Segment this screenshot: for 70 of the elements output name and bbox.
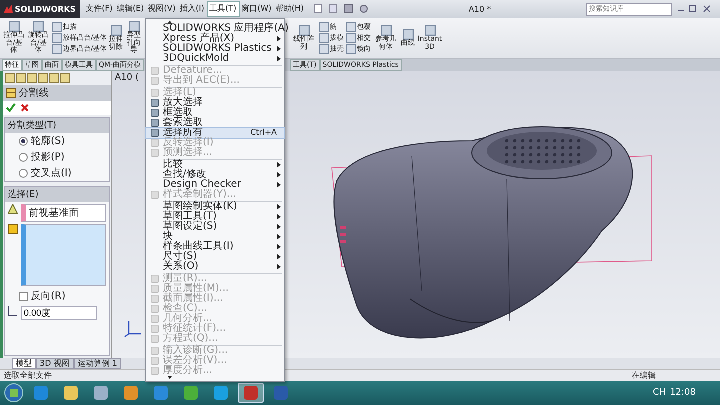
radio-button[interactable] <box>19 168 28 178</box>
feature-icon <box>380 24 392 36</box>
option-label: 投影(P) <box>31 150 65 164</box>
app-logo: SOLIDWORKS <box>0 0 80 18</box>
menu-item[interactable]: 视图(V) <box>146 1 178 17</box>
feature-icon <box>52 22 62 32</box>
document-title: A10 * <box>468 4 492 14</box>
status-text: 在编辑 <box>632 370 656 381</box>
option-label: 轮廓(S) <box>31 134 66 148</box>
menu-entry[interactable]: 样条曲线工具(I) <box>146 242 284 252</box>
menu-entry[interactable]: Design Checker <box>146 180 284 190</box>
group-header: 分割类型(T) <box>5 118 109 133</box>
menu-item[interactable]: 编辑(E) <box>114 1 146 17</box>
menu-entry[interactable]: 3DQuickMold <box>146 54 284 64</box>
view-tab[interactable]: 3D 视图 <box>36 358 74 369</box>
face-selection-list[interactable] <box>21 224 106 286</box>
menu-item[interactable]: 插入(I) <box>178 1 206 17</box>
menu-entry[interactable]: 比较 <box>146 160 284 170</box>
menu-item[interactable]: 工具(T) <box>206 1 240 17</box>
cancel-x-icon[interactable] <box>20 103 30 113</box>
menu-entry[interactable]: SOLIDWORKS Plastics <box>146 44 284 54</box>
feature-icon <box>424 24 436 36</box>
feature-icon <box>128 20 140 32</box>
menu-entry[interactable]: 草图绘制实体(K) <box>146 202 284 212</box>
logo-icon <box>4 5 13 13</box>
status-message: 选取全部文件 <box>4 370 52 381</box>
command-icon <box>150 191 158 199</box>
angle-icon <box>8 306 18 316</box>
menu-entry[interactable]: 查找/修改 <box>146 170 284 180</box>
feature-icon <box>52 44 62 54</box>
radio-button[interactable] <box>19 152 28 162</box>
axis-triad-icon <box>124 320 142 338</box>
ok-check-icon[interactable] <box>6 103 16 113</box>
feature-icon <box>402 28 414 40</box>
option-label: 交叉点(I) <box>31 166 72 180</box>
menu-entry[interactable]: Xpress 产品(X) <box>146 34 284 44</box>
menu-entry[interactable]: 框选取 <box>146 108 284 118</box>
menu-entry[interactable]: 草图工具(T) <box>146 212 284 222</box>
face-icon <box>8 224 18 234</box>
plane-icon <box>8 204 18 214</box>
group-header: 选择(E) <box>5 187 109 202</box>
menu-entry[interactable]: 块 <box>146 232 284 242</box>
radio-button[interactable] <box>19 136 28 146</box>
tree-root-item[interactable]: A10 ( <box>115 73 139 83</box>
panel-title: 分割线 <box>19 86 49 100</box>
menu-item[interactable]: 文件(F) <box>84 1 115 17</box>
angle-field[interactable]: 0.00度 <box>21 306 97 320</box>
menu-item[interactable]: 帮助(H) <box>274 1 306 17</box>
list-entry: 前视基准面 <box>29 208 79 219</box>
menu-entry[interactable]: 放大选择 <box>146 98 284 108</box>
feature-icon <box>110 24 122 36</box>
scroll-up-icon[interactable] <box>166 20 174 24</box>
menu-item[interactable]: 窗口(W) <box>240 1 274 17</box>
menu-entry[interactable]: 草图设定(S) <box>146 222 284 232</box>
taskbar-button[interactable] <box>238 383 264 403</box>
menu-entry[interactable]: 套索选取 <box>146 118 284 128</box>
menu-entry[interactable]: 关系(O) <box>146 262 284 272</box>
language-indicator[interactable]: CH <box>653 388 666 398</box>
feature-icon <box>298 24 310 36</box>
menu-entry[interactable]: 尺寸(S) <box>146 252 284 262</box>
checkbox[interactable] <box>19 292 28 300</box>
feature-icon <box>33 20 44 32</box>
start-button-icon[interactable] <box>4 383 24 403</box>
view-tab[interactable]: 模型 <box>12 358 36 369</box>
plane-selection-list[interactable]: 前视基准面 <box>21 204 106 222</box>
clock: 12:08 <box>670 388 696 398</box>
feature-icon <box>52 33 62 43</box>
feature-icon <box>8 20 20 32</box>
view-tab[interactable]: 运动算例 1 <box>74 358 122 369</box>
checkbox-label: 反向(R) <box>31 290 66 303</box>
